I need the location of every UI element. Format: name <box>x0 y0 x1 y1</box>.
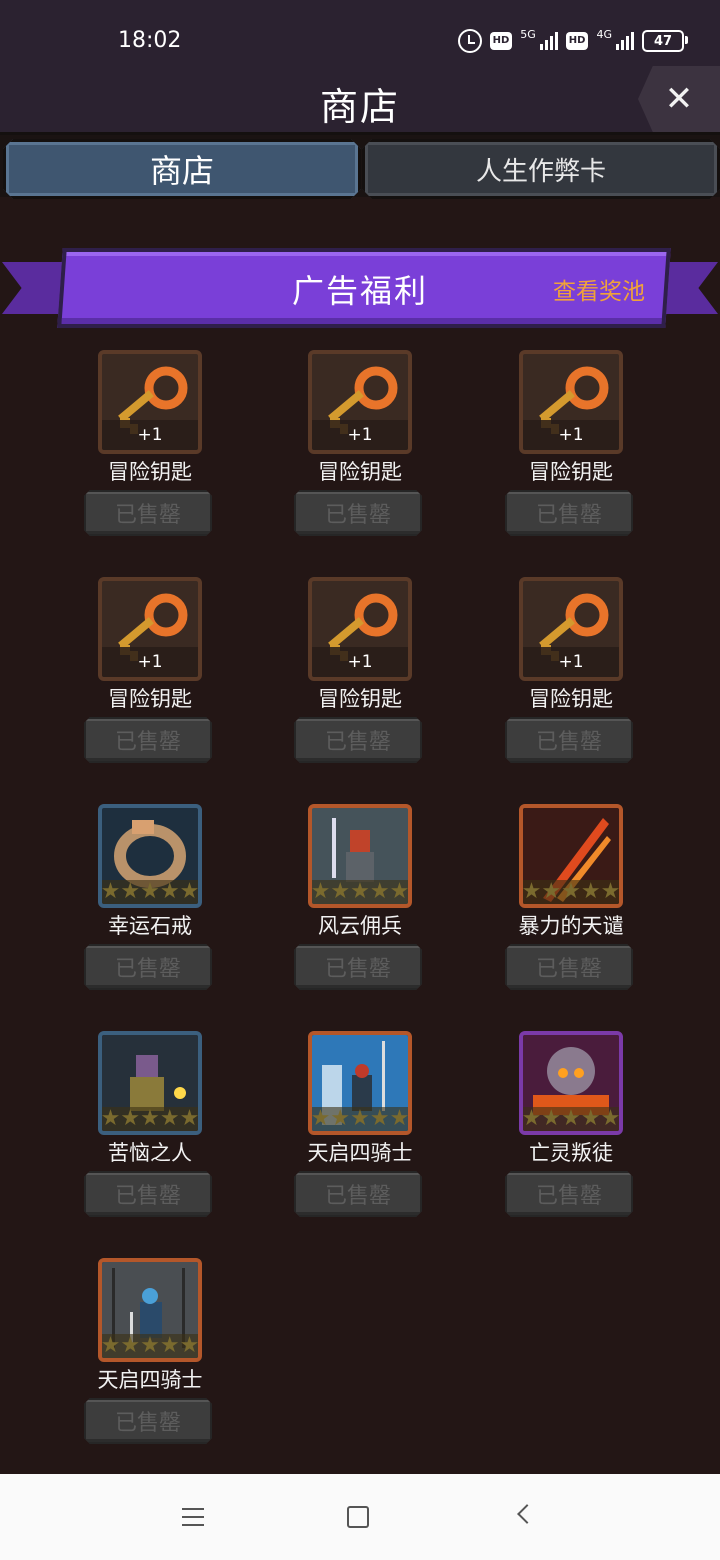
mercenary-icon[interactable]: ★ ★ ★ ★ ★ <box>308 804 412 908</box>
item-name: 天启四骑士 <box>97 1368 203 1392</box>
item-name: 苦恼之人 <box>108 1141 192 1165</box>
sold-out-button[interactable]: 已售罄 <box>84 1171 212 1217</box>
hd-icon-2: HD <box>565 32 589 50</box>
sold-out-button[interactable]: 已售罄 <box>294 490 422 536</box>
horseman-icon[interactable]: ★ ★ ★ ★ ★ <box>308 1031 412 1135</box>
key-icon[interactable]: +1 <box>308 577 412 681</box>
star-rating: ★ ★ ★ ★ ★ <box>100 1106 200 1131</box>
key-icon[interactable]: +1 <box>308 350 412 454</box>
shop-item: ★ ★ ★ ★ ★ 幸运石戒 已售罄 <box>60 804 240 994</box>
shop-item: +1 冒险钥匙 已售罄 <box>481 350 661 540</box>
quantity-label: +1 <box>523 420 619 450</box>
wizard-icon[interactable]: ★ ★ ★ ★ ★ <box>98 1031 202 1135</box>
sold-out-button[interactable]: 已售罄 <box>505 490 633 536</box>
sold-out-button[interactable]: 已售罄 <box>294 1171 422 1217</box>
shop-item: ★ ★ ★ ★ ★ 风云佣兵 已售罄 <box>270 804 450 994</box>
network-type-1: 5G <box>520 27 536 41</box>
status-time: 18:02 <box>118 28 182 53</box>
tab-bar: 商店 人生作弊卡 <box>0 135 720 197</box>
horseman-icon[interactable]: ★ ★ ★ ★ ★ <box>98 1258 202 1362</box>
sold-out-button[interactable]: 已售罄 <box>84 717 212 763</box>
item-name: 冒险钥匙 <box>529 687 613 711</box>
tab-cheat-cards[interactable]: 人生作弊卡 <box>362 139 720 199</box>
status-bar: 18:02 HD 5G HD 4G 47 <box>0 0 720 66</box>
sold-out-button[interactable]: 已售罄 <box>294 944 422 990</box>
sold-out-button[interactable]: 已售罄 <box>84 490 212 536</box>
star-rating: ★ ★ ★ ★ ★ <box>100 1333 200 1358</box>
page-title: 商店 <box>319 85 400 129</box>
system-nav-bar <box>0 1474 720 1560</box>
item-name: 幸运石戒 <box>108 914 192 938</box>
shop-item: +1 冒险钥匙 已售罄 <box>60 350 240 540</box>
star-rating: ★ ★ ★ ★ ★ <box>521 879 621 904</box>
key-icon[interactable]: +1 <box>98 350 202 454</box>
key-icon[interactable]: +1 <box>519 577 623 681</box>
skull-icon[interactable]: ★ ★ ★ ★ ★ <box>519 1031 623 1135</box>
quantity-label: +1 <box>312 647 408 677</box>
star-rating: ★ ★ ★ ★ ★ <box>310 1106 410 1131</box>
ring-icon[interactable]: ★ ★ ★ ★ ★ <box>98 804 202 908</box>
star-rating: ★ ★ ★ ★ ★ <box>310 879 410 904</box>
item-name: 冒险钥匙 <box>108 460 192 484</box>
item-name: 暴力的天谴 <box>518 914 624 938</box>
signal-icon <box>539 32 558 50</box>
shop-item: ★ ★ ★ ★ ★ 亡灵叛徒 已售罄 <box>481 1031 661 1221</box>
network-type-2: 4G <box>596 27 612 41</box>
item-name: 亡灵叛徒 <box>529 1141 613 1165</box>
shop-item: ★ ★ ★ ★ ★ 苦恼之人 已售罄 <box>60 1031 240 1221</box>
hd-icon: HD <box>489 32 513 50</box>
sold-out-button[interactable]: 已售罄 <box>84 1398 212 1444</box>
shop-item: ★ ★ ★ ★ ★ 暴力的天谴 已售罄 <box>481 804 661 994</box>
item-name: 风云佣兵 <box>318 914 402 938</box>
quantity-label: +1 <box>312 420 408 450</box>
quantity-label: +1 <box>102 647 198 677</box>
star-rating: ★ ★ ★ ★ ★ <box>100 879 200 904</box>
view-prize-pool-link[interactable]: 查看奖池 <box>553 272 645 306</box>
shop-item: +1 冒险钥匙 已售罄 <box>60 577 240 767</box>
shop-item: ★ ★ ★ ★ ★ 天启四骑士 已售罄 <box>60 1258 240 1448</box>
title-bar: 商店 ✕ <box>0 66 720 135</box>
status-icons: HD 5G HD 4G 47 <box>457 26 688 56</box>
sold-out-button[interactable]: 已售罄 <box>84 944 212 990</box>
quantity-label: +1 <box>523 647 619 677</box>
shop-item: ★ ★ ★ ★ ★ 天启四骑士 已售罄 <box>270 1031 450 1221</box>
sold-out-button[interactable]: 已售罄 <box>505 1171 633 1217</box>
back-icon[interactable] <box>517 1504 537 1524</box>
item-name: 冒险钥匙 <box>318 687 402 711</box>
tab-shop[interactable]: 商店 <box>3 139 361 199</box>
recent-apps-icon[interactable] <box>182 1508 204 1532</box>
ad-rewards-banner: 广告福利 查看奖池 <box>0 240 720 340</box>
slash-icon[interactable]: ★ ★ ★ ★ ★ <box>519 804 623 908</box>
close-icon: ✕ <box>664 79 694 119</box>
item-name: 冒险钥匙 <box>108 687 192 711</box>
sold-out-button[interactable]: 已售罄 <box>505 944 633 990</box>
key-icon[interactable]: +1 <box>519 350 623 454</box>
sold-out-button[interactable]: 已售罄 <box>505 717 633 763</box>
star-rating: ★ ★ ★ ★ ★ <box>521 1106 621 1131</box>
shop-item: +1 冒险钥匙 已售罄 <box>270 350 450 540</box>
key-icon[interactable]: +1 <box>98 577 202 681</box>
shop-item: +1 冒险钥匙 已售罄 <box>270 577 450 767</box>
item-name: 冒险钥匙 <box>529 460 613 484</box>
quantity-label: +1 <box>102 420 198 450</box>
shop-item: +1 冒险钥匙 已售罄 <box>481 577 661 767</box>
item-name: 冒险钥匙 <box>318 460 402 484</box>
battery-icon: 47 <box>642 30 688 52</box>
close-button[interactable]: ✕ <box>638 66 720 132</box>
item-name: 天启四骑士 <box>307 1141 413 1165</box>
home-icon[interactable] <box>347 1506 369 1528</box>
sold-out-button[interactable]: 已售罄 <box>294 717 422 763</box>
signal-icon-2 <box>616 32 634 50</box>
alarm-icon <box>457 29 482 53</box>
